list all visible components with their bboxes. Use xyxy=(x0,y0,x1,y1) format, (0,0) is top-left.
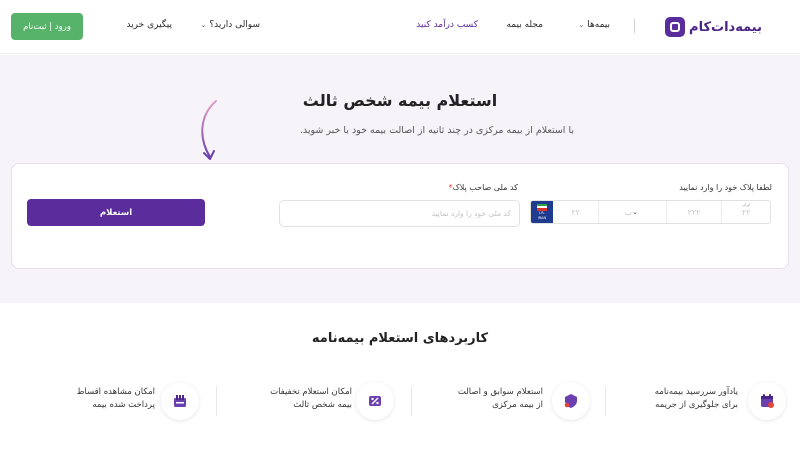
feature-installments: امکان مشاهده اقساط پرداخت شده بیمه xyxy=(5,380,155,420)
plate-three-digit-field[interactable]: ۲۲۲ xyxy=(665,201,722,223)
nav-magazine[interactable]: مجله بیمه xyxy=(506,20,543,30)
feature-line-2: بیمه شخص ثالث xyxy=(293,400,352,411)
logo-text: بیمه‌دات‌کام xyxy=(689,19,762,35)
plate-region-placeholder: ۲۲ xyxy=(741,207,751,217)
plate-letter-select[interactable]: ب ⌄ xyxy=(598,201,665,223)
feature-text: امکان مشاهده اقساط پرداخت شده بیمه xyxy=(77,386,155,412)
feature-text: استعلام سوابق و اصالت از بیمه مرکزی xyxy=(458,386,543,412)
nav-track-order-label: پیگیری خرید xyxy=(126,20,172,30)
plate-region-caption: ایران xyxy=(741,202,751,207)
feature-history: استعلام سوابق و اصالت از بیمه مرکزی xyxy=(373,380,543,420)
feature-text: امکان استعلام تخفیفات بیمه شخص ثالث xyxy=(270,386,352,412)
plate-two-digit-placeholder: ۲۲ xyxy=(571,207,580,217)
plate-three-digit-placeholder: ۲۲۲ xyxy=(687,207,701,217)
nav-faq[interactable]: سوالی دارید؟ ⌄ xyxy=(200,20,260,30)
nav-magazine-label: مجله بیمه xyxy=(506,20,543,30)
login-register-button[interactable]: ورود | ثبت‌نام xyxy=(11,13,83,40)
curved-arrow-icon xyxy=(201,100,217,160)
national-id-label: کد ملی صاحب پلاک* xyxy=(446,183,518,192)
logo-mark-icon xyxy=(665,17,686,37)
iran-flag-icon: I.R. IRAN xyxy=(531,201,553,223)
header-divider xyxy=(634,19,635,33)
feature-discounts: امکان استعلام تخفیفات بیمه شخص ثالث xyxy=(182,380,352,420)
nav-insurances[interactable]: بیمه‌ها ⌄ xyxy=(578,20,610,30)
plate-two-digit-field[interactable]: ۲۲ xyxy=(553,201,599,223)
national-id-label-text: کد ملی صاحب پلاک xyxy=(452,183,518,192)
discount-icon xyxy=(356,382,394,420)
page-title: استعلام بیمه شخص ثالث xyxy=(302,91,498,110)
feature-line-2: پرداخت شده بیمه xyxy=(92,400,155,411)
nav-earn-money[interactable]: کسب درآمد کنید xyxy=(416,20,478,30)
license-plate-input: I.R. IRAN ۲۲ ب ⌄ ۲۲۲ ایران ۲۲ xyxy=(530,200,771,224)
flag-text-iran: IRAN xyxy=(537,215,547,220)
calendar-icon xyxy=(748,382,786,420)
feature-line-2: از بیمه مرکزی xyxy=(492,400,543,411)
feature-line-1: یادآور سررسید بیمه‌نامه xyxy=(654,387,738,397)
nav-insurances-label: بیمه‌ها xyxy=(587,20,610,30)
flag-stripes xyxy=(536,203,547,211)
chevron-down-icon: ⌄ xyxy=(578,21,585,29)
feature-text: یادآور سررسید بیمه‌نامه برای جلوگیری از … xyxy=(655,386,738,412)
feature-line-1: استعلام سوابق و اصالت xyxy=(457,387,543,397)
nav-faq-label: سوالی دارید؟ xyxy=(209,20,260,30)
nav-track-order[interactable]: پیگیری خرید xyxy=(126,20,172,30)
feature-line-2: برای جلوگیری از جریمه xyxy=(655,400,738,411)
applications-title: کاربردهای استعلام بیمه‌نامه xyxy=(311,331,489,346)
installments-icon xyxy=(161,382,199,420)
top-header: بیمه‌دات‌کام بیمه‌ها ⌄ مجله بیمه کسب درآ… xyxy=(0,0,800,54)
inquiry-submit-button[interactable]: استعلام xyxy=(27,199,205,226)
chevron-down-icon: ⌄ xyxy=(631,208,638,216)
nav-earn-money-label: کسب درآمد کنید xyxy=(416,20,478,30)
feature-separator xyxy=(216,386,217,416)
feature-line-1: امکان مشاهده اقساط xyxy=(76,387,155,397)
feature-separator xyxy=(605,386,606,416)
plate-letter-placeholder: ب xyxy=(624,207,632,217)
national-id-input[interactable] xyxy=(279,200,520,227)
shield-icon xyxy=(552,382,590,420)
flag-text-ir: I.R. xyxy=(539,210,545,215)
feature-separator xyxy=(411,386,412,416)
plate-region-field[interactable]: ایران ۲۲ xyxy=(721,201,770,223)
chevron-down-icon: ⌄ xyxy=(200,21,207,29)
page-subtitle: با استعلام از بیمه مرکزی در چند ثانیه از… xyxy=(299,125,574,136)
feature-line-1: امکان استعلام تخفیفات xyxy=(270,387,352,397)
site-logo[interactable]: بیمه‌دات‌کام xyxy=(665,16,762,38)
plate-label: لطفا پلاک خود را وارد نمایید xyxy=(679,183,772,192)
